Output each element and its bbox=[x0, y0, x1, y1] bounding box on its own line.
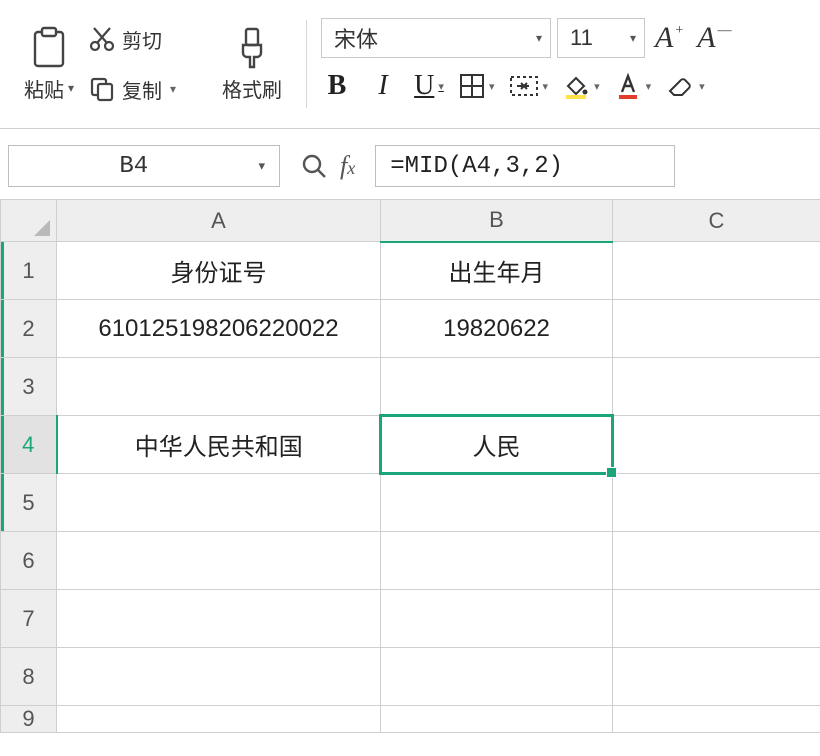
font-name-value: 宋体 bbox=[334, 22, 378, 54]
clipboard-icon bbox=[30, 26, 68, 70]
fill-color-button[interactable] bbox=[562, 68, 600, 104]
merge-cells-button[interactable] bbox=[509, 68, 549, 104]
borders-button[interactable] bbox=[459, 68, 495, 104]
cell-C2[interactable] bbox=[613, 300, 820, 358]
italic-button[interactable]: I bbox=[367, 68, 399, 104]
row-header-2[interactable]: 2 bbox=[1, 300, 57, 358]
font-size-combo[interactable]: 11 ▾ bbox=[557, 18, 645, 58]
cell-C6[interactable] bbox=[613, 532, 820, 590]
copy-button[interactable]: 复制 ▾ bbox=[82, 71, 212, 108]
ribbon-toolbar: 粘贴 剪切 复制 ▾ bbox=[0, 0, 820, 122]
cell-C1[interactable] bbox=[613, 242, 820, 300]
format-painter-button[interactable]: 格式刷 bbox=[212, 14, 292, 114]
chevron-down-icon: ▾ bbox=[170, 82, 176, 96]
underline-button[interactable]: U bbox=[413, 68, 445, 104]
font-name-combo[interactable]: 宋体 ▾ bbox=[321, 18, 551, 58]
borders-icon bbox=[459, 73, 485, 99]
cell-B4[interactable]: 人民 bbox=[381, 416, 613, 474]
cell-C4[interactable] bbox=[613, 416, 820, 474]
reference-bar: B4 ▾ fx =MID(A4,3,2) bbox=[0, 129, 820, 199]
cell-B1[interactable]: 出生年月 bbox=[381, 242, 613, 300]
cell-B9[interactable] bbox=[381, 706, 613, 733]
cell-B5[interactable] bbox=[381, 474, 613, 532]
row-header-4[interactable]: 4 bbox=[1, 416, 57, 474]
bold-button[interactable]: B bbox=[321, 68, 353, 104]
cell-B3[interactable] bbox=[381, 358, 613, 416]
name-box[interactable]: B4 ▾ bbox=[8, 145, 280, 187]
cell-B7[interactable] bbox=[381, 590, 613, 648]
spreadsheet-grid: A B C 1 身份证号 出生年月 2 610125198206220022 1… bbox=[0, 199, 820, 733]
copy-label: 复制 bbox=[122, 75, 162, 104]
cell-B6[interactable] bbox=[381, 532, 613, 590]
chevron-down-icon: ▾ bbox=[630, 31, 636, 45]
merge-icon bbox=[509, 73, 539, 99]
row-header-7[interactable]: 7 bbox=[1, 590, 57, 648]
paintbrush-icon bbox=[234, 26, 270, 70]
name-box-value: B4 bbox=[9, 153, 258, 180]
separator bbox=[306, 20, 307, 108]
cell-C5[interactable] bbox=[613, 474, 820, 532]
cell-A5[interactable] bbox=[57, 474, 381, 532]
font-color-icon bbox=[614, 72, 642, 100]
cell-C7[interactable] bbox=[613, 590, 820, 648]
cut-button[interactable]: 剪切 bbox=[82, 21, 212, 58]
formula-bar-value: =MID(A4,3,2) bbox=[390, 153, 563, 180]
search-icon[interactable] bbox=[300, 152, 328, 180]
row-header-3[interactable]: 3 bbox=[1, 358, 57, 416]
font-color-button[interactable] bbox=[614, 68, 652, 104]
select-all-corner[interactable] bbox=[1, 200, 57, 242]
eraser-icon bbox=[665, 73, 695, 99]
scissors-icon bbox=[88, 25, 116, 53]
cell-A4[interactable]: 中华人民共和国 bbox=[57, 416, 381, 474]
cell-A7[interactable] bbox=[57, 590, 381, 648]
cell-C9[interactable] bbox=[613, 706, 820, 733]
cell-C8[interactable] bbox=[613, 648, 820, 706]
fx-icon[interactable]: fx bbox=[340, 151, 355, 181]
cell-A3[interactable] bbox=[57, 358, 381, 416]
decrease-font-button[interactable]: A— bbox=[693, 21, 735, 55]
chevron-down-icon: ▾ bbox=[258, 159, 269, 174]
bucket-icon bbox=[562, 72, 590, 100]
cell-B2[interactable]: 19820622 bbox=[381, 300, 613, 358]
cut-label: 剪切 bbox=[122, 25, 162, 54]
paste-button[interactable]: 粘贴 bbox=[16, 14, 82, 114]
copy-icon bbox=[88, 75, 116, 103]
cell-A9[interactable] bbox=[57, 706, 381, 733]
cell-A6[interactable] bbox=[57, 532, 381, 590]
col-header-B[interactable]: B bbox=[381, 200, 613, 242]
cell-A2[interactable]: 610125198206220022 bbox=[57, 300, 381, 358]
row-header-8[interactable]: 8 bbox=[1, 648, 57, 706]
font-group: 宋体 ▾ 11 ▾ A+ A— B I U bbox=[321, 14, 804, 114]
increase-font-button[interactable]: A+ bbox=[651, 21, 687, 55]
eraser-button[interactable] bbox=[665, 68, 705, 104]
row-header-1[interactable]: 1 bbox=[1, 242, 57, 300]
col-header-C[interactable]: C bbox=[613, 200, 820, 242]
row-header-6[interactable]: 6 bbox=[1, 532, 57, 590]
col-header-A[interactable]: A bbox=[57, 200, 381, 242]
cell-B8[interactable] bbox=[381, 648, 613, 706]
row-header-5[interactable]: 5 bbox=[1, 474, 57, 532]
row-header-9[interactable]: 9 bbox=[1, 706, 57, 733]
font-size-value: 11 bbox=[570, 25, 593, 51]
format-painter-label: 格式刷 bbox=[222, 74, 282, 103]
chevron-down-icon: ▾ bbox=[536, 31, 542, 45]
cell-A1[interactable]: 身份证号 bbox=[57, 242, 381, 300]
formula-bar-input[interactable]: =MID(A4,3,2) bbox=[375, 145, 675, 187]
cell-A8[interactable] bbox=[57, 648, 381, 706]
formula-tools: fx bbox=[300, 151, 355, 181]
clipboard-group: 粘贴 剪切 复制 ▾ bbox=[16, 14, 292, 114]
cell-C3[interactable] bbox=[613, 358, 820, 416]
paste-label: 粘贴 bbox=[24, 74, 74, 103]
